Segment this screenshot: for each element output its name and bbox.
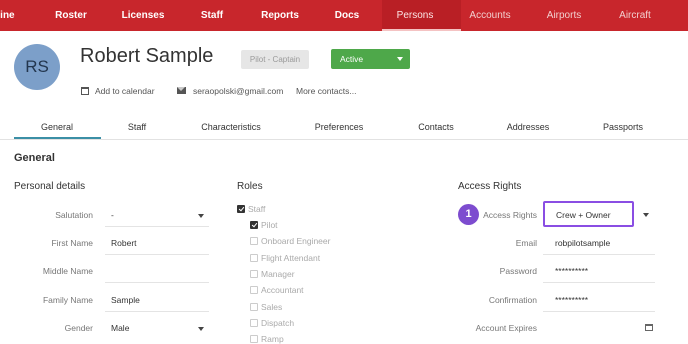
more-contacts-link[interactable]: More contacts... [296,86,356,96]
confirmation-underline [543,311,655,312]
family-name-field[interactable]: Sample [111,295,140,305]
chevron-down-icon [397,57,403,61]
chevron-down-icon[interactable] [643,213,649,217]
checkbox-pilot[interactable] [250,221,258,229]
chevron-down-icon [198,214,204,218]
family-name-label: Family Name [42,295,93,305]
email-link[interactable]: seraopolski@gmail.com [193,86,283,96]
nav-active-indicator [382,29,461,31]
nav-item-docs[interactable]: Docs [335,0,359,31]
access-rights-heading: Access Rights [458,181,522,192]
step-number-badge: 1 [458,204,479,225]
middle-name-label: Middle Name [42,266,93,276]
personal-details-heading: Personal details [14,181,86,192]
access-rights-label: Access Rights [483,210,537,220]
tab-passports[interactable]: Passports [603,122,643,132]
access-rights-select[interactable]: Crew + Owner [543,201,634,227]
avatar: RS [14,44,60,90]
checkbox-flight-attendant[interactable] [250,254,258,262]
detail-tabs: General Staff Characteristics Preference… [0,113,688,140]
tab-characteristics[interactable]: Characteristics [201,122,261,132]
role-label-manager: Manager [261,269,295,279]
salutation-label: Salutation [55,210,93,220]
first-name-field[interactable]: Robert [111,238,137,248]
checkbox-onboard-engineer[interactable] [250,237,258,245]
tab-staff[interactable]: Staff [128,122,146,132]
middle-name-underline [105,282,209,283]
checkbox-staff[interactable] [237,205,245,213]
status-dropdown[interactable]: Active [331,49,410,69]
nav-item-persons[interactable]: Persons [397,0,434,31]
checkbox-dispatch[interactable] [250,319,258,327]
role-label-ramp: Ramp [261,334,284,344]
gender-label: Gender [64,323,93,333]
confirmation-label: Confirmation [488,295,537,305]
calendar-icon[interactable] [645,324,653,331]
role-label-dispatch: Dispatch [261,318,295,328]
password-underline [543,282,655,283]
role-label-accountant: Accountant [261,285,304,295]
account-expires-label: Account Expires [475,323,537,333]
confirmation-field[interactable]: ********** [555,295,588,305]
family-name-underline [105,311,209,312]
tab-addresses[interactable]: Addresses [507,122,550,132]
access-rights-value: Crew + Owner [556,210,611,220]
checkbox-ramp[interactable] [250,335,258,343]
calendar-icon [81,87,89,95]
mail-icon [177,87,186,94]
add-to-calendar-link[interactable]: Add to calendar [95,86,155,96]
nav-item-reports[interactable]: Reports [261,0,299,31]
role-label-onboard-engineer: Onboard Engineer [261,236,331,246]
nav-item-staff[interactable]: Staff [201,0,223,31]
checkbox-manager[interactable] [250,270,258,278]
role-badge: Pilot - Captain [241,50,309,69]
role-label-pilot: Pilot [261,220,278,230]
checkbox-accountant[interactable] [250,286,258,294]
nav-item-accounts[interactable]: Accounts [469,0,510,31]
status-label: Active [340,54,364,64]
login-email-underline [543,254,655,255]
nav-item-airports[interactable]: Airports [547,0,581,31]
tab-preferences[interactable]: Preferences [315,122,364,132]
role-label-sales: Sales [261,302,283,312]
chevron-down-icon [198,327,204,331]
tab-general[interactable]: General [41,122,73,132]
role-label-staff: Staff [248,204,266,214]
nav-item-licenses[interactable]: Licenses [122,0,165,31]
password-label: Password [499,266,537,276]
active-tab-indicator [14,137,101,139]
checkbox-sales[interactable] [250,303,258,311]
first-name-label: First Name [51,238,93,248]
person-name: Robert Sample [80,45,214,67]
salutation-underline [105,226,209,227]
password-field[interactable]: ********** [555,266,588,276]
nav-item-aircraft[interactable]: Aircraft [619,0,651,31]
section-title: General [14,152,55,164]
gender-select[interactable]: Male [111,323,129,333]
roles-heading: Roles [237,181,263,192]
nav-item-online[interactable]: line [0,0,15,31]
top-navigation: line Roster Licenses Staff Reports Docs … [0,0,688,31]
salutation-select[interactable]: - [111,210,114,220]
login-email-field[interactable]: robpilotsample [555,238,610,248]
email-label: Email [515,238,537,248]
nav-item-roster[interactable]: Roster [55,0,87,31]
first-name-underline [105,254,209,255]
tab-contacts[interactable]: Contacts [418,122,454,132]
role-label-flight-attendant: Flight Attendant [261,253,321,263]
